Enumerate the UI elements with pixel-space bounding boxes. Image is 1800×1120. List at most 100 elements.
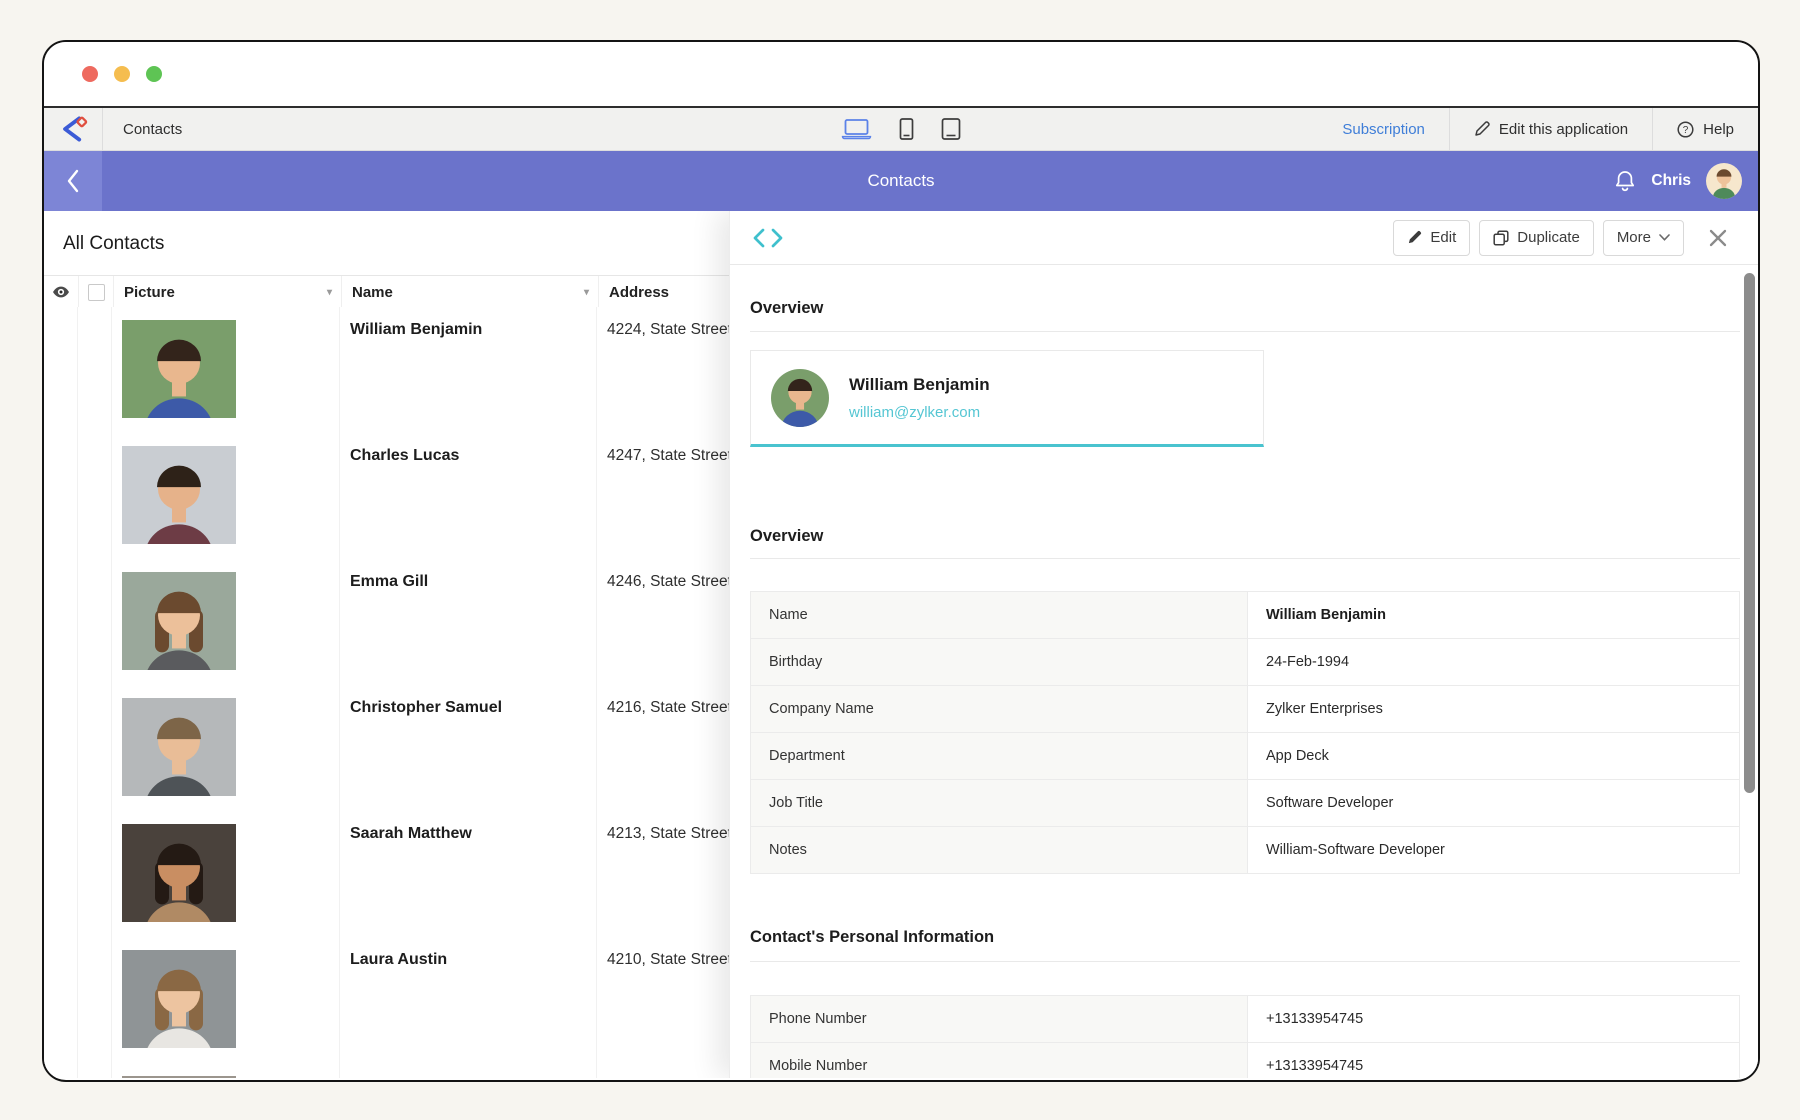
help-icon: ?	[1677, 121, 1694, 138]
edit-application-button[interactable]: Edit this application	[1449, 108, 1652, 150]
toolbar-app-name: Contacts	[103, 108, 182, 150]
desktop-icon[interactable]	[842, 118, 872, 140]
subscription-link[interactable]: Subscription	[1318, 108, 1449, 150]
contact-name: Nora Thomas	[340, 1063, 597, 1078]
device-preview-switcher	[842, 108, 961, 150]
overview-fields-table: Name William Benjamin Birthday 24-Feb-19…	[750, 591, 1740, 874]
app-window: Contacts Subscr	[42, 40, 1760, 1082]
column-header-name[interactable]: Name ▾	[342, 276, 599, 308]
app-logo-icon[interactable]	[44, 108, 103, 150]
column-label: Picture	[124, 284, 175, 301]
help-button[interactable]: ? Help	[1652, 108, 1758, 150]
duplicate-button[interactable]: Duplicate	[1479, 220, 1594, 256]
field-value: Zylker Enterprises	[1248, 686, 1739, 732]
contact-summary-card: William Benjamin william@zylker.com	[750, 350, 1264, 447]
section-title-overview: Overview	[750, 299, 1740, 318]
edit-label: Edit	[1430, 229, 1456, 246]
list-title: All Contacts	[63, 233, 164, 255]
column-label: Address	[609, 284, 669, 301]
contact-photo	[122, 698, 236, 796]
field-label: Phone Number	[751, 996, 1248, 1042]
contact-photo	[122, 950, 236, 1048]
show-hide-columns-cell	[44, 276, 79, 308]
section-divider	[750, 558, 1740, 559]
field-row: Name William Benjamin	[751, 592, 1739, 639]
field-label: Company Name	[751, 686, 1248, 732]
section-divider	[750, 961, 1740, 962]
window-close-light[interactable]	[82, 66, 98, 82]
eye-icon[interactable]	[52, 286, 70, 298]
duplicate-label: Duplicate	[1517, 229, 1580, 246]
field-label: Department	[751, 733, 1248, 779]
record-actions: Edit Duplicate More	[1393, 220, 1728, 256]
window-titlebar	[44, 42, 1758, 106]
field-value: +13133954745	[1248, 996, 1739, 1042]
pencil-icon	[1474, 121, 1490, 137]
field-row: Company Name Zylker Enterprises	[751, 686, 1739, 733]
window-zoom-light[interactable]	[146, 66, 162, 82]
field-label: Job Title	[751, 780, 1248, 826]
help-label: Help	[1703, 121, 1734, 138]
user-avatar[interactable]	[1706, 163, 1742, 199]
chevron-down-icon	[1659, 234, 1670, 241]
contact-photo	[122, 1076, 236, 1078]
user-cluster: Chris	[1614, 151, 1742, 211]
pencil-icon	[1407, 230, 1422, 245]
bell-icon[interactable]	[1614, 169, 1636, 193]
window-minimize-light[interactable]	[114, 66, 130, 82]
code-view-icon[interactable]	[753, 228, 783, 248]
scrollbar-thumb[interactable]	[1744, 273, 1755, 793]
contact-photo	[122, 572, 236, 670]
contact-name: Laura Austin	[340, 937, 597, 1063]
edit-application-label: Edit this application	[1499, 121, 1628, 138]
field-row: Department App Deck	[751, 733, 1739, 780]
contact-photo	[122, 824, 236, 922]
field-value: +13133954745	[1248, 1043, 1739, 1078]
panel-scrollbar	[1744, 211, 1755, 1078]
field-value: William-Software Developer	[1248, 827, 1739, 873]
user-name[interactable]: Chris	[1651, 172, 1691, 190]
contact-name: William Benjamin	[340, 307, 597, 433]
column-header-picture[interactable]: Picture ▾	[114, 276, 342, 308]
contact-card-email[interactable]: william@zylker.com	[849, 404, 990, 421]
more-label: More	[1617, 229, 1651, 246]
contact-photo	[122, 446, 236, 544]
sort-caret-icon: ▾	[327, 287, 332, 298]
field-row: Notes William-Software Developer	[751, 827, 1739, 873]
close-icon[interactable]	[1708, 228, 1728, 248]
more-button[interactable]: More	[1603, 220, 1684, 256]
field-row: Mobile Number +13133954745	[751, 1043, 1739, 1078]
field-label: Mobile Number	[751, 1043, 1248, 1078]
contact-name: Emma Gill	[340, 559, 597, 685]
field-row: Phone Number +13133954745	[751, 996, 1739, 1043]
field-value: 24-Feb-1994	[1248, 639, 1739, 685]
select-all-checkbox[interactable]	[88, 284, 105, 301]
field-label: Notes	[751, 827, 1248, 873]
record-toolbar: Edit Duplicate More	[730, 211, 1758, 265]
section-title-overview-details: Overview	[750, 527, 1740, 546]
content-area: All Contacts Picture ▾	[44, 211, 1758, 1078]
contact-photo	[122, 320, 236, 418]
field-label: Name	[751, 592, 1248, 638]
app-header-bar: Contacts Chris	[44, 151, 1758, 211]
personal-fields-table: Phone Number +13133954745 Mobile Number …	[750, 995, 1740, 1078]
contact-name: Christopher Samuel	[340, 685, 597, 811]
duplicate-icon	[1493, 230, 1509, 246]
field-label: Birthday	[751, 639, 1248, 685]
svg-text:?: ?	[1683, 125, 1689, 136]
contact-card-name: William Benjamin	[849, 375, 990, 395]
edit-button[interactable]: Edit	[1393, 220, 1470, 256]
phone-icon[interactable]	[900, 118, 914, 140]
section-divider	[750, 331, 1740, 332]
field-value: App Deck	[1248, 733, 1739, 779]
contact-name: Saarah Matthew	[340, 811, 597, 937]
contact-card-photo	[771, 369, 829, 427]
field-row: Job Title Software Developer	[751, 780, 1739, 827]
page-title: Contacts	[44, 171, 1758, 191]
field-row: Birthday 24-Feb-1994	[751, 639, 1739, 686]
record-detail-panel: Edit Duplicate More Overview	[729, 211, 1758, 1078]
field-value: William Benjamin	[1248, 592, 1739, 638]
sort-caret-icon: ▾	[584, 287, 589, 298]
record-body: Overview William Benjamin william@zylker…	[730, 299, 1758, 1078]
tablet-icon[interactable]	[942, 118, 961, 140]
